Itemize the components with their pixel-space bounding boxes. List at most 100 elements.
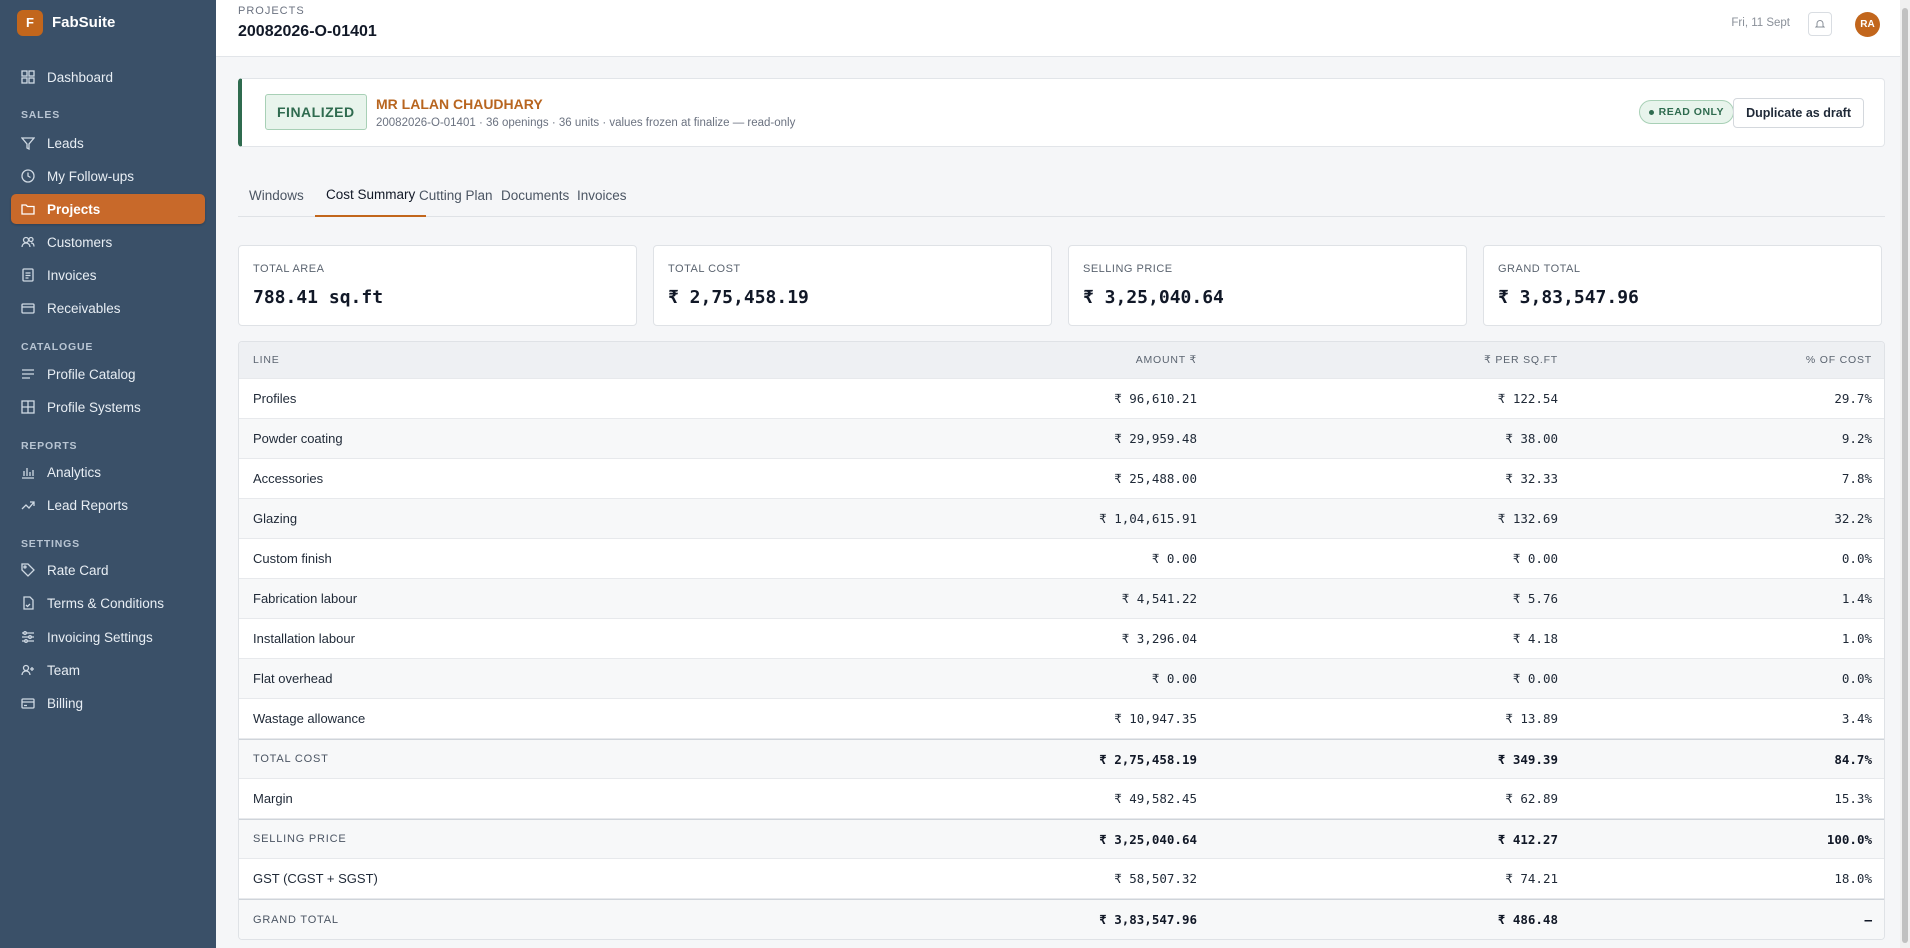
cell-line: Powder coating (253, 431, 343, 446)
notifications-button[interactable] (1808, 12, 1832, 36)
breadcrumb[interactable]: PROJECTS (238, 5, 305, 17)
window-icon (21, 400, 35, 414)
status-banner: FINALIZED MR LALAN CHAUDHARY 20082026-O-… (238, 78, 1885, 147)
avatar[interactable]: RA (1855, 12, 1880, 37)
date-label: Fri, 11 Sept (1731, 17, 1790, 29)
cost-summary-table: LINE AMOUNT ₹ ₹ PER SQ.FT % OF COST Prof… (238, 341, 1885, 940)
table-row: Glazing ₹ 1,04,615.91 ₹ 132.69 32.2% (239, 499, 1884, 539)
sidebar-item-label: Invoices (47, 267, 97, 283)
users-icon (21, 236, 35, 248)
cell-amount: ₹ 58,507.32 (1114, 871, 1197, 886)
project-summary: 20082026-O-01401 · 36 openings · 36 unit… (376, 117, 796, 129)
sidebar-item-profile-systems[interactable]: Profile Systems (11, 392, 205, 422)
table-row: Fabrication labour ₹ 4,541.22 ₹ 5.76 1.4% (239, 579, 1884, 619)
scrollbar-thumb[interactable] (1902, 8, 1908, 943)
cell-line: Accessories (253, 471, 324, 486)
cell-amount: ₹ 96,610.21 (1114, 391, 1197, 406)
cell-per-sqft: ₹ 132.69 (1497, 511, 1558, 526)
clock-icon (21, 169, 35, 183)
sidebar-item-dashboard[interactable]: Dashboard (11, 62, 205, 92)
status-badge: FINALIZED (265, 94, 367, 130)
cell-line: GST (CGST + SGST) (253, 871, 378, 886)
cell-amount: ₹ 0.00 (1151, 551, 1197, 566)
sidebar-item-leads[interactable]: Leads (11, 128, 205, 158)
sidebar-item-label: Lead Reports (47, 497, 129, 513)
trend-icon (21, 501, 35, 510)
cell-amount: ₹ 29,959.48 (1114, 431, 1197, 446)
sidebar-item-label: Customers (47, 234, 113, 250)
cell-pct: 1.4% (1841, 591, 1872, 606)
sidebar-item-follow-ups[interactable]: My Follow-ups (11, 161, 205, 191)
sidebar-item-receivables[interactable]: Receivables (11, 293, 205, 323)
read-only-label: READ ONLY (1658, 106, 1724, 118)
scrollbar[interactable] (1900, 0, 1910, 948)
table-total-row: GRAND TOTAL ₹ 3,83,547.96 ₹ 486.48 – (239, 899, 1884, 939)
sidebar-item-team[interactable]: Team (11, 655, 205, 685)
cell-amount: ₹ 49,582.45 (1114, 791, 1197, 806)
cell-line: Margin (253, 791, 293, 806)
sidebar-item-label: Profile Systems (47, 399, 141, 415)
sidebar-item-label: My Follow-ups (47, 168, 135, 184)
sidebar-item-label: Projects (47, 201, 101, 217)
cell-per-sqft: ₹ 122.54 (1497, 391, 1558, 406)
sidebar-item-rate-card[interactable]: Rate Card (11, 555, 205, 585)
sidebar-item-label: Invoicing Settings (47, 629, 153, 645)
table-row: Margin ₹ 49,582.45 ₹ 62.89 15.3% (239, 779, 1884, 819)
sidebar-item-invoicing-settings[interactable]: Invoicing Settings (11, 622, 205, 652)
cell-line: Fabrication labour (253, 591, 358, 606)
cell-line: Wastage allowance (253, 711, 366, 726)
kpi-label: SELLING PRICE (1083, 263, 1173, 275)
brand[interactable]: F FabSuite (0, 0, 216, 45)
table-total-row: SELLING PRICE ₹ 3,25,040.64 ₹ 412.27 100.0% (239, 819, 1884, 859)
wallet-icon (21, 303, 35, 314)
tab-invoices[interactable]: Invoices (566, 174, 638, 217)
bell-icon (1815, 20, 1825, 28)
cell-per-sqft: ₹ 13.89 (1505, 711, 1558, 726)
sidebar-item-profile-catalog[interactable]: Profile Catalog (11, 359, 205, 389)
duplicate-as-draft-button[interactable]: Duplicate as draft (1733, 98, 1864, 128)
cell-line: GRAND TOTAL (253, 913, 339, 926)
sidebar-item-billing[interactable]: Billing (11, 688, 205, 718)
section-sales: SALES (21, 109, 61, 121)
table-row: Custom finish ₹ 0.00 ₹ 0.00 0.0% (239, 539, 1884, 579)
sidebar-item-terms[interactable]: Terms & Conditions (11, 588, 205, 618)
cell-amount: ₹ 3,296.04 (1121, 631, 1197, 646)
cell-per-sqft: ₹ 5.76 (1512, 591, 1558, 606)
cell-pct: 0.0% (1841, 671, 1872, 686)
sidebar-item-projects[interactable]: Projects (11, 194, 205, 224)
cell-per-sqft: ₹ 0.00 (1512, 671, 1558, 686)
cell-per-sqft: ₹ 0.00 (1512, 551, 1558, 566)
sidebar-item-lead-reports[interactable]: Lead Reports (11, 490, 205, 520)
filter-icon (21, 137, 35, 150)
kpi-label: TOTAL AREA (253, 263, 325, 275)
section-settings: SETTINGS (21, 538, 80, 550)
sliders-icon (22, 631, 34, 643)
sidebar-item-analytics[interactable]: Analytics (11, 457, 205, 487)
sidebar-item-label: Billing (47, 695, 84, 711)
folder-icon (21, 204, 35, 215)
column-header-per-sqft: ₹ PER SQ.FT (1484, 354, 1558, 366)
table-total-row: TOTAL COST ₹ 2,75,458.19 ₹ 349.39 84.7% (239, 739, 1884, 779)
cell-per-sqft: ₹ 62.89 (1505, 791, 1558, 806)
sidebar-item-customers[interactable]: Customers (11, 227, 205, 257)
cell-amount: ₹ 10,947.35 (1114, 711, 1197, 726)
kpi-value: ₹ 3,25,040.64 (1083, 287, 1224, 308)
cell-amount: ₹ 25,488.00 (1114, 471, 1197, 486)
status-dot-icon (1648, 109, 1654, 115)
kpi-value: 788.41 sq.ft (253, 287, 384, 308)
cell-pct: 100.0% (1826, 831, 1872, 847)
tab-windows[interactable]: Windows (238, 174, 315, 217)
cell-amount: ₹ 3,25,040.64 (1099, 831, 1197, 847)
cell-amount: ₹ 4,541.22 (1121, 591, 1197, 606)
cell-pct: 3.4% (1841, 711, 1872, 726)
column-header-pct: % OF COST (1805, 354, 1872, 366)
cell-line: Profiles (253, 391, 297, 406)
kpi-total-area: TOTAL AREA 788.41 sq.ft (238, 245, 637, 326)
table-row: GST (CGST + SGST) ₹ 58,507.32 ₹ 74.21 18.0% (239, 859, 1884, 899)
table-header: LINE AMOUNT ₹ ₹ PER SQ.FT % OF COST (239, 342, 1884, 379)
kpi-value: ₹ 3,83,547.96 (1498, 287, 1639, 308)
column-header-amount: AMOUNT ₹ (1135, 354, 1197, 366)
sidebar-item-invoices[interactable]: Invoices (11, 260, 205, 290)
cell-per-sqft: ₹ 4.18 (1512, 631, 1558, 646)
section-reports: REPORTS (21, 440, 78, 452)
